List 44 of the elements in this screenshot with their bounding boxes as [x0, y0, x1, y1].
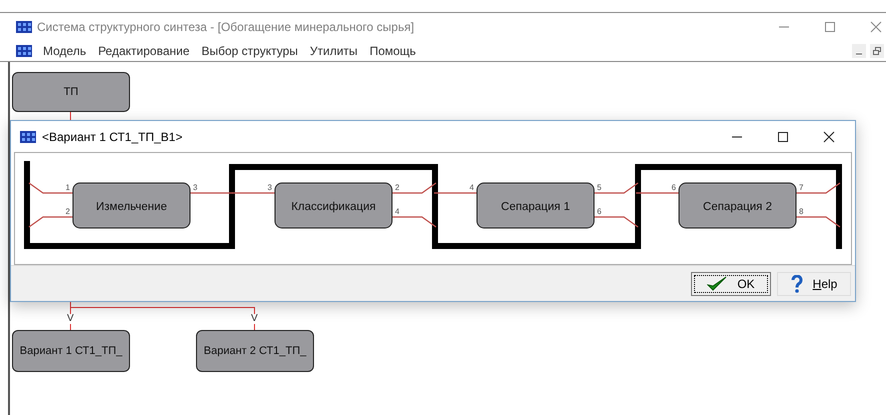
variant-node[interactable]: Вариант 1 СТ1_ТП_: [12, 330, 130, 372]
connector-mark: V: [251, 314, 258, 324]
port-number: 3: [268, 183, 272, 192]
menu-item[interactable]: Утилиты: [308, 44, 359, 58]
port-number: 2: [395, 183, 400, 192]
port-number: 1: [66, 183, 70, 192]
maximize-icon[interactable]: [777, 130, 789, 142]
app-icon: [16, 44, 32, 58]
window-title: Система структурного синтеза - [Обогащение минерального сырья]: [37, 20, 416, 34]
port-number: 5: [597, 183, 602, 192]
menu-item[interactable]: Выбор структуры: [200, 44, 299, 58]
connector-line: [28, 182, 73, 194]
close-icon[interactable]: [823, 130, 835, 142]
process-block[interactable]: Классификация: [274, 182, 392, 228]
connector-line: [28, 216, 73, 228]
process-block[interactable]: Измельчение: [72, 182, 190, 228]
connector-line: [796, 216, 840, 228]
port-number: 3: [193, 183, 198, 192]
menu-item[interactable]: Модель: [42, 44, 88, 58]
process-node[interactable]: ТП: [12, 72, 130, 112]
port-number: 7: [799, 183, 804, 192]
app-icon: [16, 20, 32, 34]
restore-icon[interactable]: [870, 44, 884, 58]
variant-node[interactable]: Вариант 2 СТ1_ТП_: [196, 330, 314, 372]
dialog-title: <Вариант 1 СТ1_ТП_В1>: [42, 130, 184, 144]
menu-item[interactable]: Редактирование: [97, 44, 190, 58]
port-number: 6: [597, 207, 602, 216]
help-button[interactable]: Help: [777, 272, 851, 296]
connector-mark: V: [67, 314, 74, 324]
port-number: 6: [672, 183, 676, 192]
process-block[interactable]: Сепарация 2: [678, 182, 796, 228]
app-icon: [20, 130, 36, 144]
menu-item[interactable]: Помощь: [368, 44, 417, 58]
connector-line: [796, 182, 840, 194]
port-number: 4: [395, 207, 400, 216]
process-block[interactable]: Сепарация 1: [476, 182, 594, 228]
port-number: 8: [799, 207, 804, 216]
connector-line: [594, 216, 638, 228]
port-number: 2: [66, 207, 70, 216]
ok-button[interactable]: OK: [691, 272, 771, 296]
connector-line: [392, 216, 436, 228]
port-number: 4: [470, 183, 474, 192]
checkmark-icon: [707, 276, 728, 292]
question-mark-icon: [790, 274, 803, 292]
